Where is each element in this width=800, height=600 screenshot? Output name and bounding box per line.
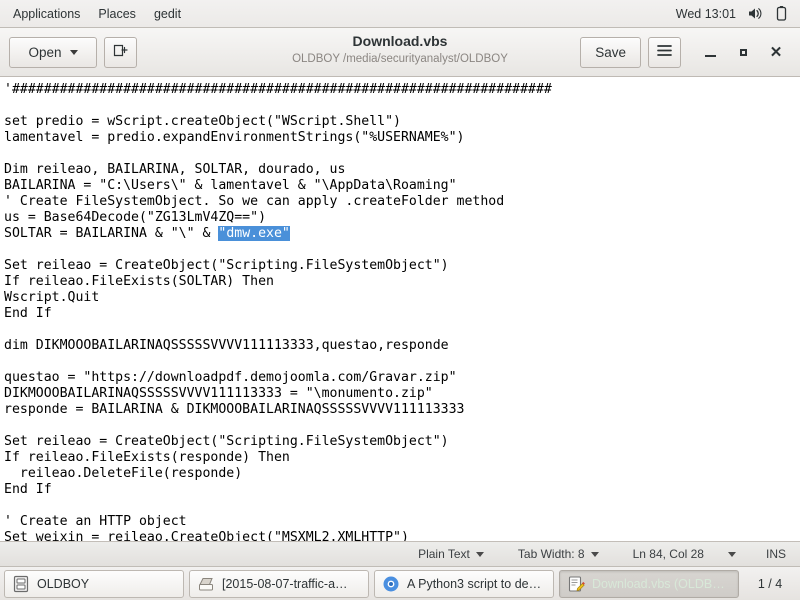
code-line: End If	[4, 306, 52, 321]
status-bar: Plain Text Tab Width: 8 Ln 84, Col 28 IN…	[0, 541, 800, 566]
code-line: questao = "https://downloadpdf.demojooml…	[4, 370, 457, 385]
panel-menu-places-label: Places	[98, 6, 136, 21]
code-line: dim DIKMOOOBAILARINAQSSSSSVVVV111113333,…	[4, 338, 449, 353]
code-line: End If	[4, 482, 52, 497]
source-code-content[interactable]: '#######################################…	[4, 82, 800, 541]
taskbar-item-label: A Python3 script to de…	[407, 576, 542, 591]
code-line: BAILARINA = "C:\Users\" & lamentavel & "…	[4, 178, 457, 193]
file-manager-icon	[12, 575, 30, 593]
code-line: Set weixin = reileao.CreateObject("MSXML…	[4, 530, 409, 541]
panel-clock[interactable]: Wed 13:01	[676, 7, 736, 21]
taskbar-item-label: Download.vbs (OLDB…	[592, 576, 725, 591]
panel-menu-gedit[interactable]: gedit	[145, 0, 190, 27]
taskbar-item-label: OLDBOY	[37, 576, 90, 591]
archive-manager-icon	[197, 575, 215, 593]
maximize-icon	[739, 48, 747, 56]
close-icon: ✕	[769, 43, 783, 61]
speaker-icon[interactable]	[746, 5, 763, 22]
panel-menu-applications-label: Applications	[13, 6, 81, 21]
hamburger-menu-button[interactable]	[648, 36, 681, 68]
workspace-indicator[interactable]: 1 / 4	[744, 570, 796, 598]
code-line: '#######################################…	[4, 82, 552, 97]
code-line: Dim reileao, BAILARINA, SOLTAR, dourado,…	[4, 162, 346, 177]
language-label: Plain Text	[418, 547, 470, 561]
taskbar-item-oldboy[interactable]: OLDBOY	[4, 569, 184, 598]
panel-menu-places[interactable]: Places	[89, 0, 145, 27]
insert-mode-indicator: INS	[765, 547, 786, 561]
text-editor-view[interactable]: '#######################################…	[0, 77, 800, 541]
code-line: If reileao.FileExists(responde) Then	[4, 450, 290, 465]
open-button-label: Open	[28, 44, 62, 60]
panel-status-area: Wed 13:01	[676, 5, 800, 22]
battery-icon[interactable]	[773, 5, 790, 22]
open-button[interactable]: Open	[9, 36, 97, 68]
chevron-down-icon	[727, 551, 736, 557]
maximize-button[interactable]	[728, 37, 758, 67]
code-line: us = Base64Decode("ZG13LmV4ZQ==")	[4, 210, 267, 225]
code-line: ' Create an HTTP object	[4, 514, 187, 529]
code-line: reileao.DeleteFile(responde)	[4, 466, 243, 481]
hamburger-menu-icon	[657, 44, 672, 60]
code-line-with-selection: SOLTAR = BAILARINA & "\" & "dmw.exe"	[4, 226, 800, 242]
top-panel: Applications Places gedit Wed 13:01	[0, 0, 800, 28]
panel-menu-applications[interactable]: Applications	[4, 0, 89, 27]
tab-width-selector[interactable]: Tab Width: 8	[518, 547, 599, 561]
close-button[interactable]: ✕	[761, 37, 791, 67]
gedit-window: Open Download.vbs OLDBOY /media/security…	[0, 28, 800, 566]
save-button-label: Save	[595, 44, 626, 60]
cursor-position-selector[interactable]: Ln 84, Col 28	[633, 547, 736, 561]
code-text: SOLTAR = BAILARINA & "\" &	[4, 226, 219, 241]
save-button[interactable]: Save	[580, 36, 641, 68]
tab-width-label: Tab Width: 8	[517, 547, 585, 561]
minimize-button[interactable]	[695, 37, 725, 67]
chevron-down-icon	[590, 551, 599, 557]
selected-text[interactable]: "dmw.exe"	[218, 226, 290, 241]
new-tab-icon	[113, 43, 128, 61]
code-line: ' Create FileSystemObject. So we can app…	[4, 194, 505, 209]
chevron-down-icon	[475, 551, 484, 557]
code-line: Set reileao = CreateObject("Scripting.Fi…	[4, 258, 449, 273]
chromium-icon	[382, 575, 400, 593]
panel-menu-gedit-label: gedit	[153, 6, 182, 21]
code-line: responde = BAILARINA & DIKMOOOBAILARINAQ…	[4, 402, 465, 417]
code-line: If reileao.FileExists(SOLTAR) Then	[4, 274, 274, 289]
code-line: lamentavel = predio.expandEnvironmentStr…	[4, 130, 465, 145]
gedit-icon	[567, 575, 585, 593]
taskbar-item-chromium[interactable]: A Python3 script to de…	[374, 569, 554, 598]
code-line: Wscript.Quit	[4, 290, 100, 305]
taskbar-item-gedit[interactable]: Download.vbs (OLDB…	[559, 569, 739, 598]
chevron-down-icon	[69, 49, 78, 55]
cursor-position-label: Ln 84, Col 28	[632, 547, 704, 561]
taskbar-item-label: [2015-08-07-traffic-a…	[222, 576, 348, 591]
new-tab-button[interactable]	[104, 36, 137, 68]
minimize-icon	[704, 54, 716, 57]
window-controls: ✕	[695, 37, 791, 67]
code-line: set predio = wScript.createObject("WScri…	[4, 114, 401, 129]
code-line: Set reileao = CreateObject("Scripting.Fi…	[4, 434, 449, 449]
taskbar-item-traffic-archive[interactable]: [2015-08-07-traffic-a…	[189, 569, 369, 598]
window-header-bar: Open Download.vbs OLDBOY /media/security…	[0, 28, 800, 77]
code-line: DIKMOOOBAILARINAQSSSSSVVVV111113333 = "\…	[4, 386, 433, 401]
taskbar: OLDBOY [2015-08-07-traffic-a… A Python3 sc…	[0, 566, 800, 600]
language-selector[interactable]: Plain Text	[418, 547, 484, 561]
